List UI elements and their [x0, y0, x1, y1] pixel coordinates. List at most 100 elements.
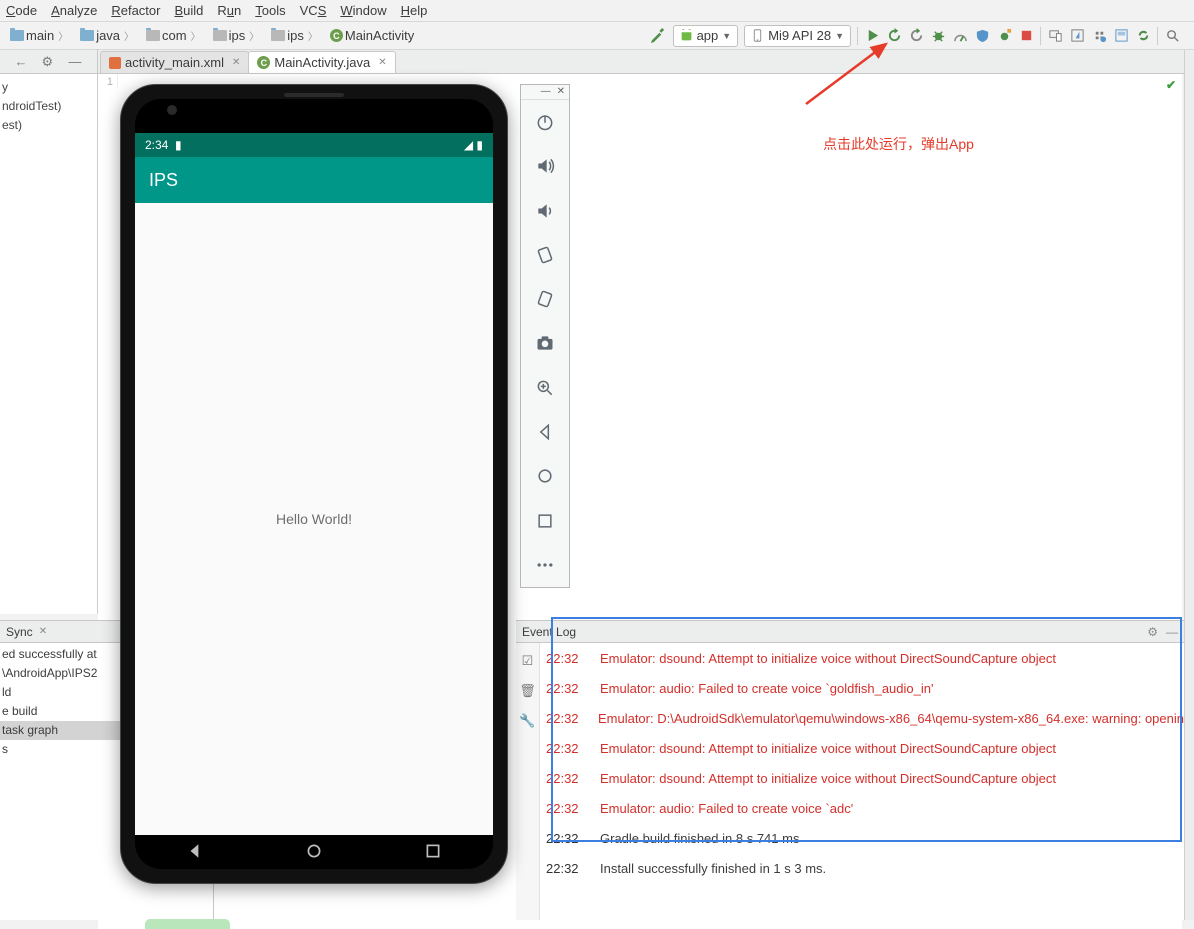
xml-icon [109, 57, 121, 69]
tab-activity-main-xml[interactable]: activity_main.xml ✕ [100, 51, 249, 73]
check-icon[interactable]: ☑ [522, 653, 534, 669]
menu-run[interactable]: Run [217, 3, 241, 18]
nav-back-icon[interactable] [186, 842, 204, 863]
close-icon[interactable]: ✕ [39, 626, 47, 637]
nav-home-icon[interactable] [305, 842, 323, 863]
overview-icon[interactable] [534, 510, 556, 530]
event-log-row[interactable]: 22:32Install successfully finished in 1 … [544, 853, 1184, 883]
menu-analyze[interactable]: Analyze [51, 3, 97, 18]
resource-manager-icon[interactable] [1091, 28, 1107, 44]
search-icon[interactable] [1164, 28, 1180, 44]
crumb-main[interactable]: main〉 [6, 27, 74, 44]
crumb-com[interactable]: com〉 [142, 27, 207, 44]
event-time: 22:32 [544, 771, 584, 786]
event-log-body[interactable]: 22:32Emulator: dsound: Attempt to initia… [544, 643, 1184, 920]
event-log-row[interactable]: 22:32Emulator: D:\AudroidSdk\emulator\qe… [544, 703, 1184, 733]
wrench-icon[interactable]: 🔧 [519, 713, 535, 729]
hello-world-text: Hello World! [276, 511, 352, 527]
gear-icon[interactable]: ⚙ [1147, 625, 1158, 639]
home-icon[interactable] [534, 466, 556, 486]
nav-recent-icon[interactable] [424, 842, 442, 863]
event-log-row[interactable]: 22:32Emulator: dsound: Attempt to initia… [544, 733, 1184, 763]
more-icon[interactable] [534, 555, 556, 575]
user-annotation: 点击此处运行，弹出App [823, 134, 974, 154]
power-icon[interactable] [534, 112, 556, 132]
event-log-row[interactable]: 22:32Gradle build finished in 8 s 741 ms [544, 823, 1184, 853]
avd-manager-icon[interactable] [1047, 28, 1063, 44]
screenshot-icon[interactable] [534, 333, 556, 353]
menu-help[interactable]: Help [401, 3, 428, 18]
event-log-row[interactable]: 22:32Emulator: audio: Failed to create v… [544, 793, 1184, 823]
crumb-java[interactable]: java〉 [76, 27, 140, 44]
close-icon[interactable]: ✕ [232, 57, 240, 68]
layout-inspector-icon[interactable] [1113, 28, 1129, 44]
hide-icon[interactable]: — [69, 54, 83, 68]
tree-item[interactable]: est) [2, 116, 95, 135]
caret-icon: ▼ [722, 31, 731, 41]
folder-icon [213, 30, 227, 41]
event-log-toolbar: ☑ 🗑 🔧 [516, 643, 540, 920]
sync-gradle-icon[interactable] [1135, 28, 1151, 44]
tab-mainactivity-java[interactable]: C MainActivity.java ✕ [248, 51, 395, 73]
status-time: 2:34 [145, 138, 168, 152]
event-message: Emulator: dsound: Attempt to initialize … [584, 741, 1056, 756]
main-toolbar: app ▼ Mi9 API 28 ▼ [651, 25, 1188, 47]
right-tool-rail[interactable] [1184, 50, 1194, 920]
run-config-combo[interactable]: app ▼ [673, 25, 739, 47]
debug-icon[interactable] [930, 28, 946, 44]
gear-icon[interactable]: ⚙ [42, 54, 56, 68]
volume-down-icon[interactable] [534, 200, 556, 220]
breadcrumb: main〉 java〉 com〉 ips〉 ips〉 CMainActivity [6, 27, 418, 44]
inspection-ok-icon[interactable]: ✔ [1166, 78, 1176, 92]
menu-tools[interactable]: Tools [255, 3, 285, 18]
close-icon[interactable]: ✕ [557, 86, 565, 97]
menu-build[interactable]: Build [174, 3, 203, 18]
status-icons: ◢ ▮ [464, 138, 483, 152]
rotate-right-icon[interactable] [534, 289, 556, 309]
crumb-ips1[interactable]: ips〉 [209, 27, 266, 44]
event-time: 22:32 [544, 681, 584, 696]
hammer-icon[interactable] [651, 28, 667, 44]
device-screen[interactable]: 2:34 ▮ ◢ ▮ IPS Hello World! [135, 133, 493, 835]
bottom-progress-indicator [145, 919, 230, 929]
folder-icon [271, 30, 285, 41]
crumb-ips2[interactable]: ips〉 [267, 27, 324, 44]
event-log-panel: Event Log ⚙ — ☑ 🗑 🔧 22:32Emulator: dsoun… [516, 620, 1184, 920]
project-panel: y ndroidTest) est) [0, 74, 98, 614]
android-status-bar: 2:34 ▮ ◢ ▮ [135, 133, 493, 157]
navigation-bar: main〉 java〉 com〉 ips〉 ips〉 CMainActivity… [0, 22, 1194, 50]
event-log-row[interactable]: 22:32Emulator: dsound: Attempt to initia… [544, 763, 1184, 793]
apply-code-icon[interactable] [908, 28, 924, 44]
event-log-row[interactable]: 22:32Emulator: dsound: Attempt to initia… [544, 643, 1184, 673]
tab-label: MainActivity.java [274, 55, 370, 70]
rotate-left-icon[interactable] [534, 245, 556, 265]
volume-up-icon[interactable] [534, 156, 556, 176]
coverage-icon[interactable] [974, 28, 990, 44]
hide-icon[interactable]: — [1166, 625, 1178, 639]
minimize-icon[interactable]: — [541, 86, 551, 97]
attach-debugger-icon[interactable] [996, 28, 1012, 44]
sdk-manager-icon[interactable] [1069, 28, 1085, 44]
project-panel-header: ← ⚙ — [0, 49, 98, 73]
tree-item[interactable]: y [2, 78, 95, 97]
tree-item[interactable]: ndroidTest) [2, 97, 95, 116]
menu-refactor[interactable]: Refactor [111, 3, 160, 18]
event-log-header: Event Log ⚙ — [516, 621, 1184, 643]
project-tree[interactable]: y ndroidTest) est) [0, 74, 97, 139]
zoom-icon[interactable] [534, 378, 556, 398]
crumb-mainactivity[interactable]: CMainActivity [326, 27, 418, 44]
event-time: 22:32 [544, 861, 584, 876]
separator [1040, 27, 1041, 45]
back-icon[interactable] [534, 422, 556, 442]
back-icon[interactable]: ← [15, 54, 29, 68]
close-icon[interactable]: ✕ [378, 57, 386, 68]
event-log-row[interactable]: 22:32Emulator: audio: Failed to create v… [544, 673, 1184, 703]
menu-code[interactable]: Code [6, 3, 37, 18]
class-icon: C [257, 56, 270, 69]
stop-icon[interactable] [1018, 28, 1034, 44]
emulator-controls[interactable]: — ✕ [520, 84, 570, 588]
menu-window[interactable]: Window [340, 3, 386, 18]
trash-icon[interactable]: 🗑 [519, 683, 536, 699]
menu-vcs[interactable]: VCS [300, 3, 327, 18]
profiler-icon[interactable] [952, 28, 968, 44]
